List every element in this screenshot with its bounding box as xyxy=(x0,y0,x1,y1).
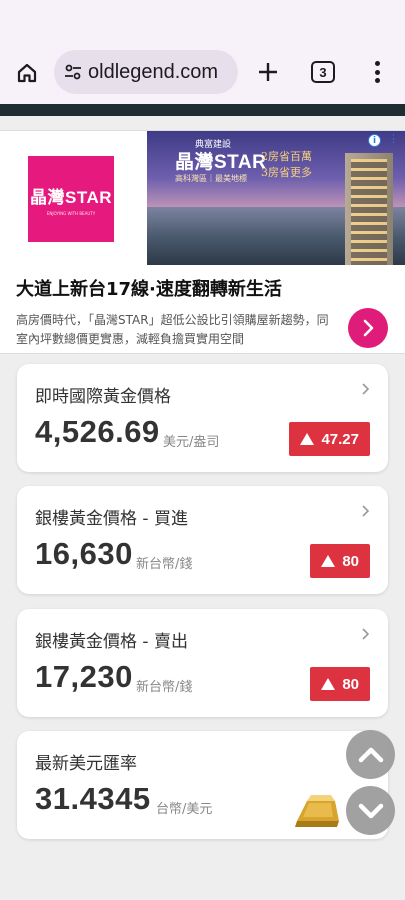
site-header-bar xyxy=(0,104,405,116)
card-value: 31.4345 xyxy=(35,781,151,816)
chevron-down-icon xyxy=(358,803,383,818)
ad-image-title: 晶灣STAR xyxy=(175,152,267,173)
price-card-usd-rate[interactable]: 最新美元匯率 31.4345 台幣/美元 xyxy=(17,731,388,839)
price-card-jewelry-buy[interactable]: 銀樓黃金價格 - 買進 16,630 新台幣/錢 80 xyxy=(17,486,388,594)
ad-offer-line-1: 2房省百萬 xyxy=(261,150,312,163)
card-title: 最新美元匯率 xyxy=(35,754,137,774)
more-menu-icon[interactable] xyxy=(366,59,388,85)
card-unit: 新台幣/錢 xyxy=(136,680,193,695)
card-unit: 台幣/美元 xyxy=(156,802,213,817)
price-card-jewelry-sell[interactable]: 銀樓黃金價格 - 賣出 17,230 新台幣/錢 80 xyxy=(17,609,388,717)
scroll-up-button[interactable] xyxy=(346,730,395,779)
tab-switcher-button[interactable]: 3 xyxy=(311,61,335,83)
chevron-right-icon xyxy=(363,319,374,337)
card-title: 銀樓黃金價格 - 賣出 xyxy=(35,632,188,652)
change-badge: 47.27 xyxy=(289,422,370,456)
ad-image[interactable]: 典富建設 晶灣STAR 高科灣區｜最美地標 2房省百萬 3房省更多 xyxy=(147,131,405,265)
up-triangle-icon xyxy=(321,678,336,690)
address-bar[interactable]: oldlegend.com xyxy=(54,50,238,94)
chevron-right-icon xyxy=(358,380,372,398)
browser-toolbar: oldlegend.com 3 xyxy=(0,0,405,104)
new-tab-icon[interactable] xyxy=(254,58,282,86)
up-triangle-icon xyxy=(321,555,336,567)
scroll-down-button[interactable] xyxy=(346,786,395,835)
chevron-right-icon xyxy=(358,502,372,520)
ad-cta-button[interactable] xyxy=(348,308,388,348)
ad-offer-line-2: 3房省更多 xyxy=(261,166,312,179)
ad-offer: 2房省百萬 3房省更多 xyxy=(261,149,312,181)
card-unit: 新台幣/錢 xyxy=(136,557,193,572)
home-icon[interactable] xyxy=(12,58,42,88)
ad-logo[interactable]: 晶灣STAR ENJOYING WITH BEAUTY xyxy=(28,156,114,242)
advertisement[interactable]: 晶灣STAR ENJOYING WITH BEAUTY 典富建設 晶灣STAR … xyxy=(0,130,405,354)
site-settings-icon[interactable] xyxy=(62,61,84,83)
ad-building xyxy=(345,153,393,265)
price-card-international-gold[interactable]: 即時國際黃金價格 4,526.69 美元/盎司 47.27 xyxy=(17,364,388,472)
card-unit: 美元/盎司 xyxy=(163,435,220,450)
change-badge: 80 xyxy=(310,544,370,578)
chevron-right-icon xyxy=(358,625,372,643)
ad-options-icon[interactable]: ⋮ xyxy=(388,132,399,145)
ad-info-icon[interactable]: i xyxy=(368,134,381,147)
ad-logo-text: 晶灣STAR xyxy=(29,187,112,207)
ad-logo-subtext: ENJOYING WITH BEAUTY xyxy=(46,210,96,216)
ad-image-subtitle: 高科灣區｜最美地標 xyxy=(175,174,247,183)
chevron-up-icon xyxy=(358,747,383,762)
up-triangle-icon xyxy=(300,433,315,445)
change-value: 47.27 xyxy=(321,430,359,448)
card-value: 17,230 xyxy=(35,659,133,694)
ad-description: 高房價時代，「晶灣STAR」超低公設比引領購屋新趨勢，同室內坪數總價更實惠，減輕… xyxy=(16,313,329,346)
url-text[interactable]: oldlegend.com xyxy=(88,61,218,84)
card-value: 16,630 xyxy=(35,536,133,571)
change-badge: 80 xyxy=(310,667,370,701)
card-title: 銀樓黃金價格 - 買進 xyxy=(35,509,188,529)
card-title: 即時國際黃金價格 xyxy=(35,387,171,407)
card-value: 4,526.69 xyxy=(35,414,160,449)
gold-bar-icon xyxy=(295,795,339,827)
ad-headline[interactable]: 大道上新台17線·速度翻轉新生活 xyxy=(16,275,282,301)
change-value: 80 xyxy=(342,552,359,570)
change-value: 80 xyxy=(342,675,359,693)
